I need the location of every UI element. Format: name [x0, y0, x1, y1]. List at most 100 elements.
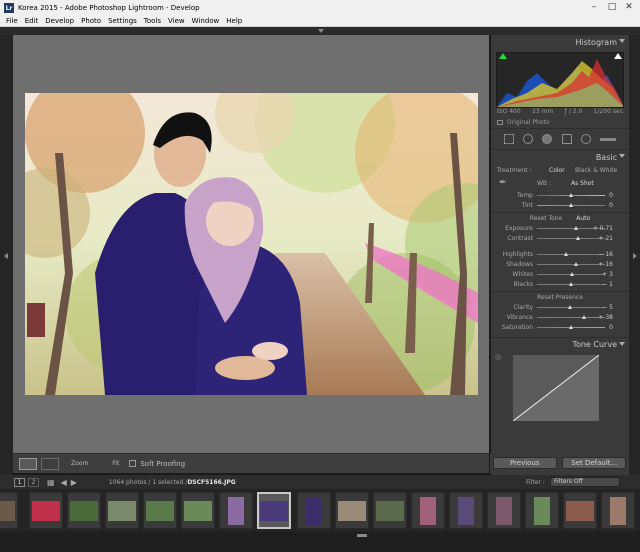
- menu-photo[interactable]: Photo: [81, 17, 101, 25]
- selected-filename[interactable]: DSCF5166.JPG: [187, 479, 235, 486]
- maximize-icon[interactable]: □: [604, 1, 620, 13]
- contrast-value[interactable]: + 21: [598, 235, 613, 242]
- vibrance-track[interactable]: [537, 317, 605, 318]
- saturation-value[interactable]: 0: [609, 324, 613, 331]
- shadows-track[interactable]: [537, 264, 605, 265]
- shadows-value[interactable]: + 16: [598, 261, 613, 268]
- reset-tone-label[interactable]: Reset Tone: [530, 215, 562, 222]
- reset-presence-label[interactable]: Reset Presence: [537, 294, 583, 301]
- treatment-bw[interactable]: Black & White: [575, 167, 617, 174]
- filmstrip-thumb[interactable]: [487, 492, 521, 529]
- close-icon[interactable]: ✕: [621, 1, 637, 13]
- filmstrip-thumb[interactable]: [219, 492, 253, 529]
- bottom-panel-toggle[interactable]: [0, 532, 640, 552]
- contrast-track[interactable]: [537, 238, 605, 239]
- collapse-tone-curve-icon[interactable]: [619, 342, 625, 346]
- monitor-2-button[interactable]: 2: [28, 477, 39, 487]
- clarity-value[interactable]: − 5: [602, 304, 613, 311]
- tint-knob[interactable]: [569, 203, 573, 207]
- highlights-knob[interactable]: [563, 252, 568, 256]
- menu-tools[interactable]: Tools: [144, 17, 161, 25]
- filmstrip-thumb[interactable]: [525, 492, 559, 529]
- original-photo-row[interactable]: Original Photo: [491, 117, 629, 128]
- exposure-value[interactable]: + 0.71: [593, 225, 613, 232]
- shadows-knob[interactable]: [574, 262, 579, 266]
- saturation-slider[interactable]: Saturation 0: [491, 322, 629, 332]
- left-panel-toggle[interactable]: [0, 35, 13, 475]
- histogram-chart[interactable]: [496, 52, 624, 108]
- highlights-value[interactable]: − 16: [598, 251, 613, 258]
- treatment-color[interactable]: Color: [549, 167, 565, 174]
- temp-value[interactable]: 0: [609, 192, 613, 199]
- crop-tool-icon[interactable]: [503, 134, 514, 144]
- filmstrip-thumb-selected[interactable]: [257, 492, 291, 529]
- filmstrip-thumb[interactable]: [105, 492, 139, 529]
- shadows-slider[interactable]: Shadows + 16: [491, 259, 629, 269]
- clarity-knob[interactable]: [567, 305, 572, 309]
- filmstrip-handle-icon[interactable]: [357, 534, 367, 537]
- radial-filter-icon[interactable]: [580, 134, 591, 144]
- red-eye-icon[interactable]: [542, 134, 553, 144]
- blacks-knob[interactable]: [569, 282, 573, 286]
- menu-edit[interactable]: Edit: [25, 17, 39, 25]
- collapse-basic-icon[interactable]: [619, 154, 625, 158]
- menu-file[interactable]: File: [6, 17, 18, 25]
- original-photo-checkbox[interactable]: [497, 120, 503, 125]
- set-default-button[interactable]: Set Default...: [562, 457, 627, 469]
- monitor-1-button[interactable]: 1: [14, 477, 25, 487]
- eyedropper-icon[interactable]: ✒: [499, 178, 507, 188]
- highlights-track[interactable]: [537, 254, 605, 255]
- vibrance-knob[interactable]: [581, 315, 586, 319]
- menu-help[interactable]: Help: [226, 17, 242, 25]
- tint-slider[interactable]: Tint 0: [491, 200, 629, 210]
- filmstrip-thumb[interactable]: [0, 492, 18, 529]
- highlights-slider[interactable]: Highlights − 16: [491, 249, 629, 259]
- loupe-view-icon[interactable]: [19, 457, 37, 470]
- previous-button[interactable]: Previous: [492, 457, 557, 469]
- filmstrip-thumb[interactable]: [601, 492, 635, 529]
- top-panel-toggle[interactable]: [0, 27, 640, 35]
- filmstrip-thumb[interactable]: [563, 492, 597, 529]
- basic-header[interactable]: Basic: [491, 150, 629, 164]
- whites-knob[interactable]: [570, 272, 575, 276]
- blacks-value[interactable]: − 1: [602, 281, 613, 288]
- target-adjust-icon[interactable]: ◎: [495, 353, 501, 361]
- tint-value[interactable]: 0: [609, 202, 613, 209]
- back-arrow-icon[interactable]: ◀: [61, 478, 67, 487]
- grid-view-icon[interactable]: ▦: [47, 478, 55, 487]
- minimize-icon[interactable]: –: [586, 1, 602, 13]
- contrast-slider[interactable]: Contrast + 21: [491, 233, 629, 243]
- fit-label[interactable]: Fit: [112, 460, 119, 467]
- temp-slider[interactable]: Temp 0: [491, 190, 629, 200]
- contrast-knob[interactable]: [575, 236, 580, 240]
- filmstrip-thumb[interactable]: [67, 492, 101, 529]
- menu-settings[interactable]: Settings: [108, 17, 137, 25]
- whites-value[interactable]: + 3: [602, 271, 613, 278]
- filmstrip-thumb[interactable]: [181, 492, 215, 529]
- filmstrip-thumb[interactable]: [143, 492, 177, 529]
- filmstrip-thumb[interactable]: [449, 492, 483, 529]
- forward-arrow-icon[interactable]: ▶: [71, 478, 77, 487]
- exposure-slider[interactable]: Exposure + 0.71: [491, 223, 629, 233]
- whites-slider[interactable]: Whites + 3: [491, 269, 629, 279]
- filmstrip-thumb[interactable]: [411, 492, 445, 529]
- photo-canvas[interactable]: [13, 35, 489, 453]
- collapse-histogram-icon[interactable]: [619, 39, 625, 43]
- tone-curve-header[interactable]: Tone Curve: [491, 337, 629, 351]
- menu-view[interactable]: View: [168, 17, 185, 25]
- histogram-header[interactable]: Histogram: [491, 35, 629, 49]
- temp-knob[interactable]: [569, 193, 573, 197]
- right-panel-toggle[interactable]: [629, 35, 640, 475]
- graduated-filter-icon[interactable]: [561, 134, 572, 144]
- vibrance-slider[interactable]: Vibrance + 38: [491, 312, 629, 322]
- photo-preview[interactable]: [25, 93, 478, 395]
- filter-select[interactable]: Filters Off: [550, 477, 620, 487]
- adjustment-brush-icon[interactable]: [600, 137, 617, 141]
- filmstrip-thumb[interactable]: [335, 492, 369, 529]
- tone-curve-graph[interactable]: [513, 355, 599, 421]
- spot-removal-icon[interactable]: [522, 134, 533, 144]
- clarity-slider[interactable]: Clarity − 5: [491, 302, 629, 312]
- filmstrip-thumb[interactable]: [29, 492, 63, 529]
- before-after-icon[interactable]: [41, 457, 59, 470]
- menu-window[interactable]: Window: [192, 17, 220, 25]
